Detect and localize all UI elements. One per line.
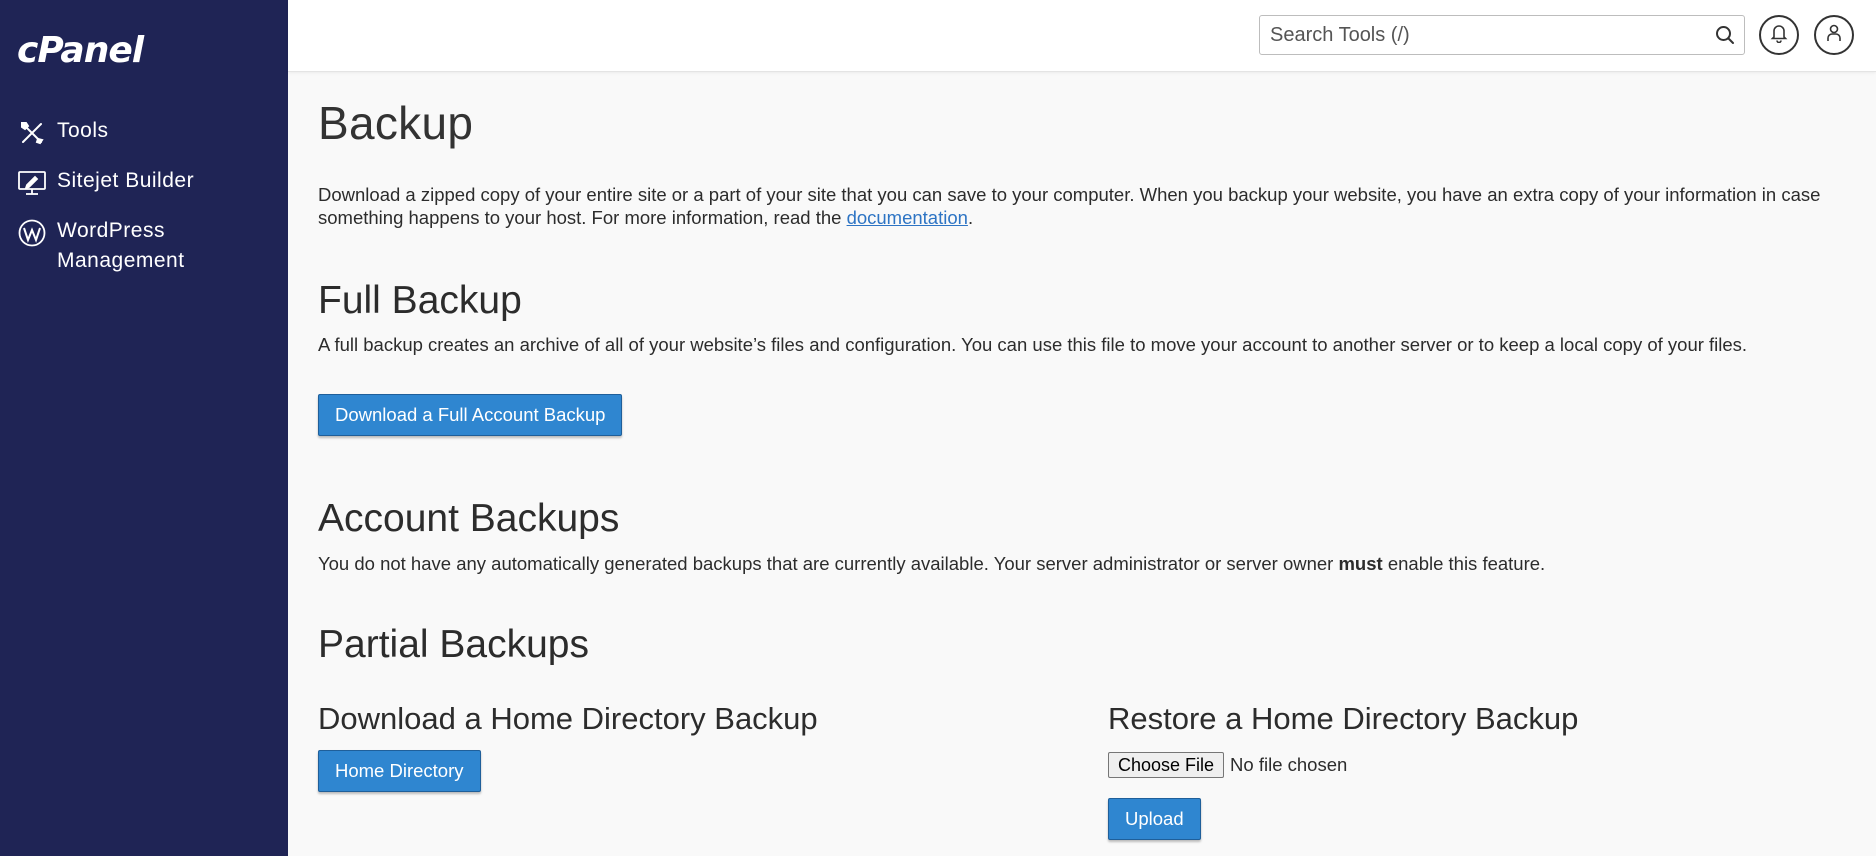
- page-title: Backup: [318, 97, 474, 149]
- download-home-directory-heading: Download a Home Directory Backup: [318, 701, 818, 736]
- notifications-button[interactable]: [1759, 15, 1799, 55]
- account-backups-description: You do not have any automatically genera…: [318, 552, 1545, 575]
- file-input[interactable]: Choose File No file chosen: [1108, 752, 1347, 778]
- account-backups-heading: Account Backups: [318, 497, 620, 540]
- partial-backups-heading: Partial Backups: [318, 623, 589, 666]
- account-backups-text-end: enable this feature.: [1382, 553, 1546, 574]
- documentation-link[interactable]: documentation: [847, 207, 968, 228]
- sidebar-item-tools[interactable]: Tools: [17, 116, 227, 148]
- download-full-backup-button[interactable]: Download a Full Account Backup: [318, 394, 623, 436]
- monitor-edit-icon: [17, 168, 47, 198]
- sidebar-item-label: Tools: [57, 119, 109, 142]
- wordpress-icon: [17, 218, 47, 248]
- sidebar-item-label: WordPress Management: [57, 219, 185, 272]
- user-menu-button[interactable]: [1814, 15, 1854, 55]
- cpanel-logo[interactable]: cPanel: [17, 30, 144, 71]
- user-icon: [1825, 23, 1843, 48]
- sidebar-item-label: Sitejet Builder: [57, 169, 195, 192]
- bell-icon: [1770, 23, 1788, 48]
- intro-body: Download a zipped copy of your entire si…: [318, 184, 1821, 228]
- top-header: [288, 0, 1876, 72]
- home-directory-button[interactable]: Home Directory: [318, 750, 481, 792]
- file-status: No file chosen: [1230, 754, 1348, 775]
- sidebar-item-sitejet-builder[interactable]: Sitejet Builder: [17, 166, 227, 198]
- sidebar-item-wordpress-management[interactable]: WordPress Management: [17, 216, 227, 276]
- account-backups-bold: must: [1338, 553, 1383, 574]
- restore-home-directory-heading: Restore a Home Directory Backup: [1108, 701, 1579, 736]
- sidebar: cPanel Tools Sitejet Builder WordPress M…: [0, 0, 288, 856]
- search-icon[interactable]: [1714, 24, 1736, 46]
- intro-text: Download a zipped copy of your entire si…: [318, 183, 1858, 229]
- tools-icon: [17, 118, 47, 148]
- account-backups-text: You do not have any automatically genera…: [318, 553, 1339, 574]
- upload-button[interactable]: Upload: [1108, 798, 1201, 840]
- choose-file-button[interactable]: Choose File: [1108, 752, 1225, 778]
- full-backup-heading: Full Backup: [318, 279, 522, 322]
- full-backup-description: A full backup creates an archive of all …: [318, 334, 1748, 355]
- search-box[interactable]: [1259, 15, 1745, 55]
- intro-end: .: [967, 207, 974, 228]
- search-input[interactable]: [1260, 16, 1700, 54]
